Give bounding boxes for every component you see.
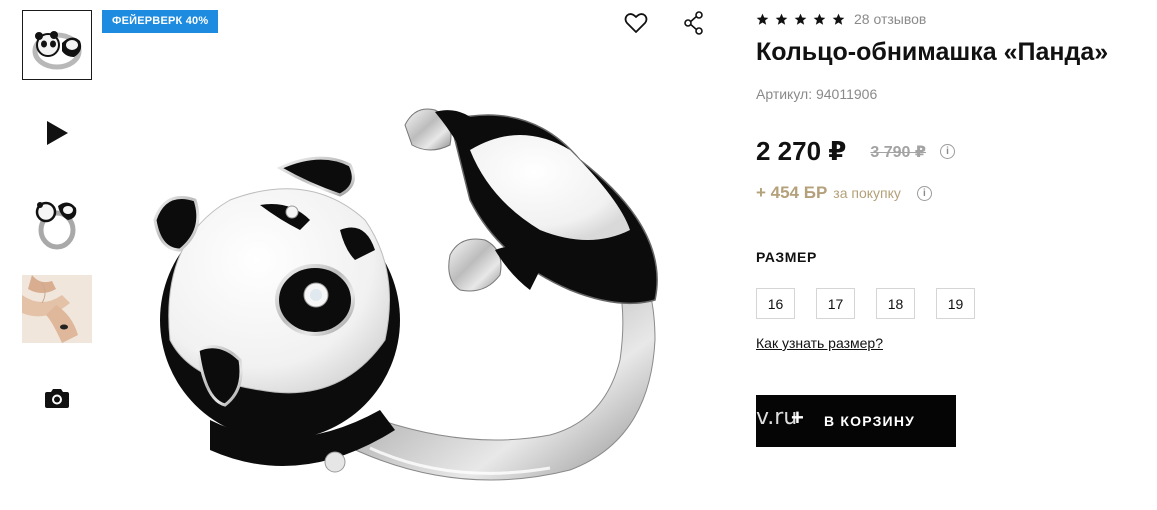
bonus-amount: + 454 БР	[756, 183, 828, 202]
thumbnail-ring-side-view[interactable]	[22, 186, 92, 256]
sku-value: 94011906	[815, 86, 878, 102]
bonus-label: за покупку	[833, 185, 901, 201]
add-to-cart-button[interactable]: v.ru + В КОРЗИНУ	[756, 395, 956, 447]
thumbnail-image	[32, 31, 82, 70]
thumbnail-video[interactable]	[22, 98, 92, 168]
bonus-row: + 454 БР за покупку i	[756, 183, 932, 203]
product-sku: Артикул: 94011906	[756, 86, 877, 102]
promo-badge: ФЕЙЕРВЕРК 40%	[102, 10, 219, 33]
size-heading: РАЗМЕР	[756, 249, 817, 265]
panda-ring-image	[153, 108, 658, 481]
current-price: 2 270 ₽	[756, 136, 847, 166]
star-icon	[756, 13, 769, 25]
size-selector: 16 17 18 19	[756, 288, 975, 319]
thumbnail-image	[22, 275, 92, 343]
thumbnail-model-wearing[interactable]	[22, 275, 92, 343]
camera-icon	[45, 389, 69, 408]
thumbnail-photos[interactable]	[22, 363, 92, 433]
bonus-info-icon[interactable]: i	[916, 185, 932, 201]
product-main-image[interactable]	[150, 90, 690, 510]
rating-stars	[756, 13, 845, 26]
share-icon	[684, 11, 703, 35]
size-option-17[interactable]: 17	[816, 288, 855, 319]
star-icon	[794, 13, 807, 25]
thumbnail-ring-top-view[interactable]	[22, 10, 92, 80]
rating[interactable]: 28 отзывов	[756, 11, 926, 27]
plus-icon: +	[791, 405, 804, 430]
product-info: 28 отзывов Кольцо-обнимашка «Панда» Арти…	[756, 0, 1157, 510]
heart-icon	[624, 13, 648, 33]
add-to-cart-label: В КОРЗИНУ	[824, 413, 916, 429]
star-icon	[832, 13, 845, 25]
star-icon	[775, 13, 788, 25]
favorite-button[interactable]	[622, 9, 650, 37]
size-option-16[interactable]: 16	[756, 288, 795, 319]
thumbnail-image	[35, 201, 77, 250]
star-icon	[813, 13, 826, 25]
price-row: 2 270 ₽ 3 790 ₽ i	[756, 136, 956, 167]
size-option-19[interactable]: 19	[936, 288, 975, 319]
price-info-icon[interactable]: i	[940, 144, 956, 159]
share-button[interactable]	[680, 9, 708, 37]
reviews-count[interactable]: 28 отзывов	[854, 11, 926, 27]
size-guide-link[interactable]: Как узнать размер?	[756, 335, 883, 351]
old-price: 3 790 ₽	[870, 143, 927, 161]
play-icon	[47, 121, 68, 145]
sku-label: Артикул:	[756, 86, 813, 102]
product-title: Кольцо-обнимашка «Панда»	[756, 38, 1109, 66]
size-option-18[interactable]: 18	[876, 288, 915, 319]
